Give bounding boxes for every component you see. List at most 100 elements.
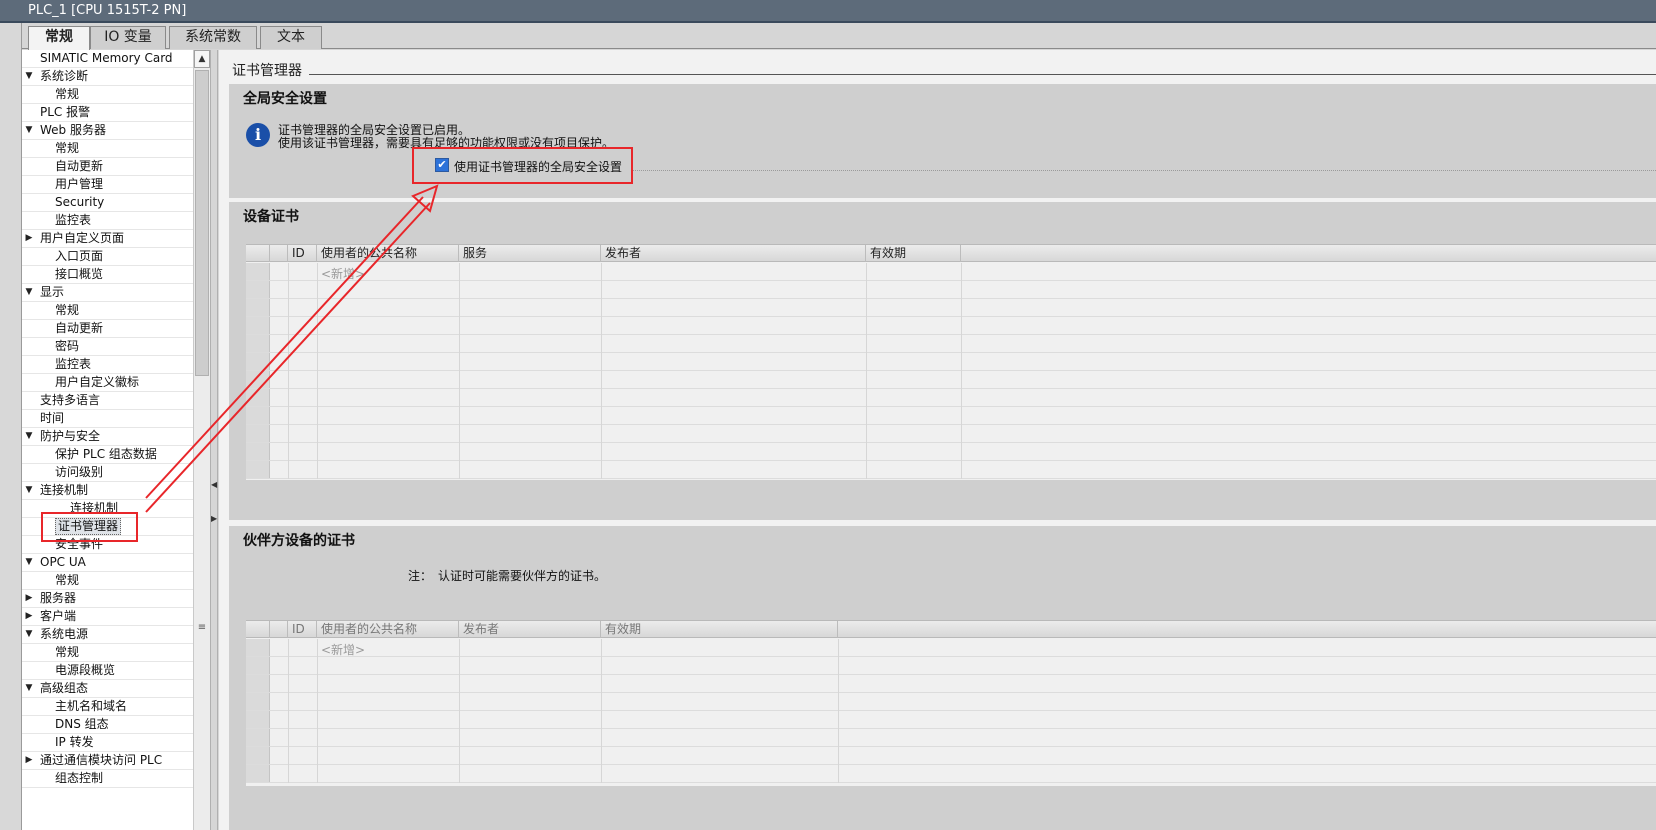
nav-item[interactable]: Security — [22, 194, 193, 212]
nav-item[interactable]: 组态控制 — [22, 770, 193, 788]
nav-item[interactable]: ▶ 服务器 — [22, 590, 193, 608]
grip-icon[interactable]: ≡ — [194, 622, 210, 633]
device-certificates-table[interactable]: ID 使用者的公共名称 服务 发布者 有效期 <新增> — [246, 244, 1656, 480]
row-header[interactable] — [246, 657, 270, 674]
nav-item[interactable]: ▶ 客户端 — [22, 608, 193, 626]
tab-io-tags[interactable]: IO 变量 — [90, 26, 166, 49]
nav-item[interactable]: 接口概览 — [22, 266, 193, 284]
nav-item[interactable]: 监控表 — [22, 356, 193, 374]
nav-item[interactable]: PLC 报警 — [22, 104, 193, 122]
nav-item[interactable]: 支持多语言 — [22, 392, 193, 410]
table-row[interactable] — [246, 263, 1656, 281]
nav-item[interactable]: 用户自定义徽标 — [22, 374, 193, 392]
tab-texts[interactable]: 文本 — [260, 26, 322, 49]
col-header-issuer[interactable]: 发布者 — [601, 245, 866, 262]
nav-item[interactable]: 常规 — [22, 644, 193, 662]
table-row[interactable] — [246, 711, 1656, 729]
expand-right-icon[interactable]: ▶ — [211, 514, 217, 523]
partner-certificates-table[interactable]: ID 使用者的公共名称 发布者 有效期 <新增> — [246, 620, 1656, 786]
table-row[interactable] — [246, 461, 1656, 479]
row-header[interactable] — [246, 443, 270, 460]
tab-system-constants[interactable]: 系统常数 — [169, 26, 257, 49]
scroll-thumb[interactable] — [195, 70, 209, 376]
table-row[interactable] — [246, 657, 1656, 675]
row-header[interactable] — [246, 317, 270, 334]
nav-item[interactable]: 自动更新 — [22, 158, 193, 176]
table-row[interactable] — [246, 747, 1656, 765]
col-header-common-name[interactable]: 使用者的公共名称 — [317, 245, 459, 262]
row-header[interactable] — [246, 675, 270, 692]
triangle-right-icon[interactable]: ▶ — [24, 590, 34, 607]
row-header[interactable] — [246, 639, 270, 656]
nav-item[interactable]: ▼ 连接机制 — [22, 482, 193, 500]
col-header-validity[interactable]: 有效期 — [866, 245, 961, 262]
row-header[interactable] — [246, 747, 270, 764]
nav-item[interactable]: 监控表 — [22, 212, 193, 230]
triangle-right-icon[interactable]: ▶ — [24, 230, 34, 247]
nav-item[interactable]: ▼ OPC UA — [22, 554, 193, 572]
nav-item[interactable]: ▶ 用户自定义页面 — [22, 230, 193, 248]
triangle-down-icon[interactable]: ▼ — [24, 554, 34, 571]
table-row[interactable] — [246, 389, 1656, 407]
nav-item[interactable]: DNS 组态 — [22, 716, 193, 734]
table-row[interactable] — [246, 353, 1656, 371]
nav-item[interactable]: 安全事件 — [22, 536, 193, 554]
add-new-device-certificate[interactable]: <新增> — [321, 265, 365, 282]
triangle-right-icon[interactable]: ▶ — [24, 752, 34, 769]
row-header[interactable] — [246, 299, 270, 316]
triangle-right-icon[interactable]: ▶ — [24, 608, 34, 625]
nav-item[interactable]: IP 转发 — [22, 734, 193, 752]
table-row[interactable] — [246, 729, 1656, 747]
row-header[interactable] — [246, 407, 270, 424]
global-security-checkbox-label[interactable]: 使用证书管理器的全局安全设置 — [454, 158, 622, 175]
nav-item[interactable]: 常规 — [22, 572, 193, 590]
table-row[interactable] — [246, 693, 1656, 711]
nav-item[interactable]: SIMATIC Memory Card — [22, 50, 193, 68]
collapse-left-icon[interactable]: ◀ — [211, 480, 217, 489]
nav-item[interactable]: 访问级别 — [22, 464, 193, 482]
col-header-id[interactable]: ID — [288, 245, 317, 262]
row-header[interactable] — [246, 353, 270, 370]
triangle-down-icon[interactable]: ▼ — [24, 428, 34, 445]
table-row[interactable] — [246, 675, 1656, 693]
scroll-up-button[interactable]: ▲ — [194, 50, 210, 68]
triangle-down-icon[interactable]: ▼ — [24, 284, 34, 301]
col-header-validity[interactable]: 有效期 — [601, 621, 838, 638]
table-row[interactable] — [246, 299, 1656, 317]
nav-item[interactable]: 保护 PLC 组态数据 — [22, 446, 193, 464]
nav-item[interactable]: 连接机制 — [22, 500, 193, 518]
row-header[interactable] — [246, 335, 270, 352]
nav-item[interactable]: 时间 — [22, 410, 193, 428]
row-header[interactable] — [246, 461, 270, 478]
nav-scrollbar[interactable]: ▲ ≡ — [193, 50, 210, 830]
row-header[interactable] — [246, 693, 270, 710]
nav-item[interactable]: 入口页面 — [22, 248, 193, 266]
triangle-down-icon[interactable]: ▼ — [24, 482, 34, 499]
row-header[interactable] — [246, 263, 270, 280]
nav-item[interactable]: 用户管理 — [22, 176, 193, 194]
col-header-issuer[interactable]: 发布者 — [459, 621, 601, 638]
nav-item[interactable]: 密码 — [22, 338, 193, 356]
row-header[interactable] — [246, 711, 270, 728]
col-header-service[interactable]: 服务 — [459, 245, 601, 262]
triangle-down-icon[interactable]: ▼ — [24, 68, 34, 85]
row-header[interactable] — [246, 389, 270, 406]
nav-item[interactable]: ▶ 通过通信模块访问 PLC — [22, 752, 193, 770]
nav-item[interactable]: 常规 — [22, 86, 193, 104]
col-header-id[interactable]: ID — [288, 621, 317, 638]
nav-item[interactable]: 电源段概览 — [22, 662, 193, 680]
tab-general[interactable]: 常规 — [28, 26, 90, 50]
nav-item[interactable]: 常规 — [22, 140, 193, 158]
nav-item[interactable]: 主机名和域名 — [22, 698, 193, 716]
col-header-common-name[interactable]: 使用者的公共名称 — [317, 621, 459, 638]
triangle-down-icon[interactable]: ▼ — [24, 680, 34, 697]
triangle-down-icon[interactable]: ▼ — [24, 626, 34, 643]
add-new-partner-certificate[interactable]: <新增> — [321, 641, 365, 658]
row-header[interactable] — [246, 371, 270, 388]
nav-item[interactable]: 自动更新 — [22, 320, 193, 338]
table-row[interactable] — [246, 639, 1656, 657]
nav-item[interactable]: ▼ 系统电源 — [22, 626, 193, 644]
nav-item[interactable]: ▼ 高级组态 — [22, 680, 193, 698]
row-header[interactable] — [246, 765, 270, 782]
table-row[interactable] — [246, 425, 1656, 443]
